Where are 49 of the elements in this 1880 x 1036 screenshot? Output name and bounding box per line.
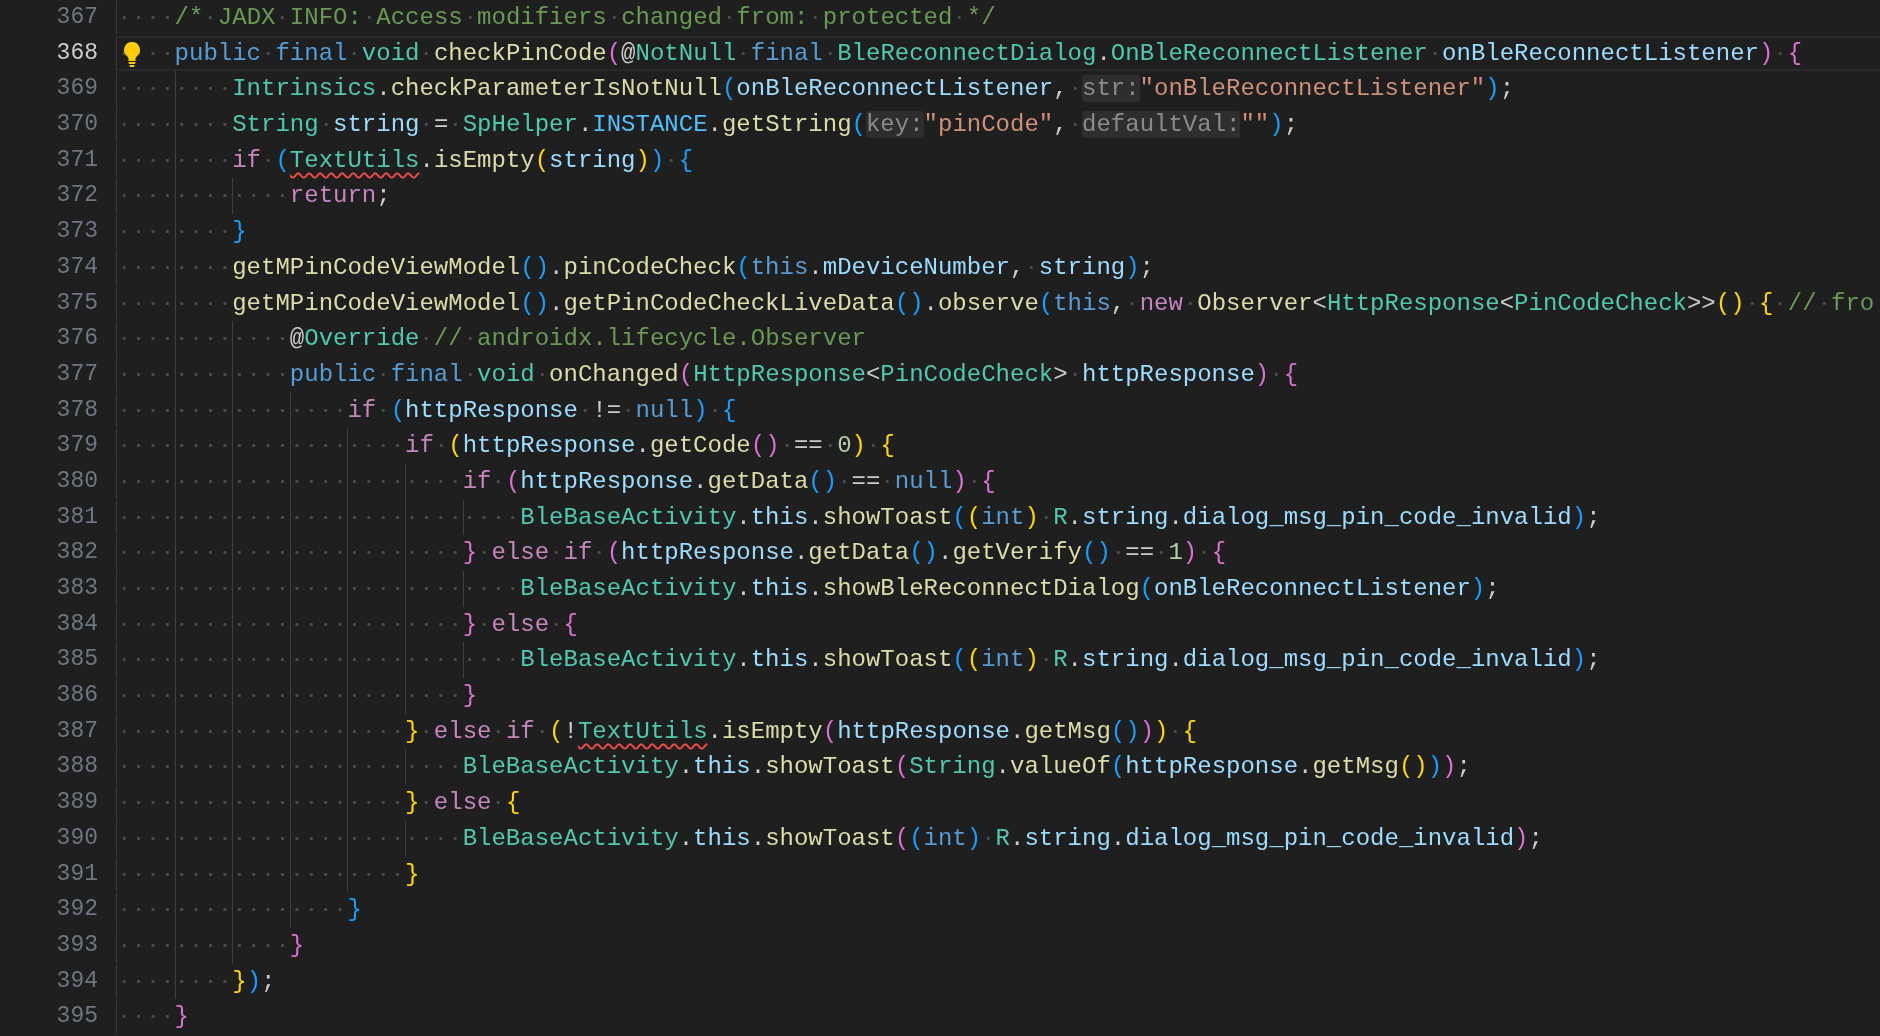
line-number: 378 — [55, 395, 99, 425]
line-number: 393 — [55, 930, 99, 960]
lightbulb-icon[interactable] — [121, 40, 143, 67]
code-line: if (httpResponse != null) { — [117, 396, 737, 424]
code-line: /* JADX INFO: Access modifiers changed from: protected */ — [117, 4, 996, 31]
line-number: 395 — [55, 1002, 99, 1032]
line-number: 370 — [55, 110, 99, 140]
code-line: BleBaseActivity.this.showBleReconnectDialog(onBleReconnectListener); — [117, 575, 1500, 602]
code-line: } else if (!TextUtils.isEmpty(httpResponse.getMsg())) { — [117, 717, 1198, 745]
line-number: 368 — [55, 38, 99, 68]
code-line: } else if (httpResponse.getData().getVerify() == 1) { — [117, 539, 1227, 567]
line-number: 376 — [55, 324, 99, 354]
line-number: 391 — [55, 859, 99, 889]
code-line: if (httpResponse.getData() == null) { — [117, 467, 996, 495]
line-number: 380 — [55, 466, 99, 496]
line-number: 373 — [55, 217, 99, 247]
code-line: BleBaseActivity.this.showToast((int) R.string.dialog_msg_pin_code_invalid); — [117, 646, 1601, 674]
line-number: 390 — [55, 823, 99, 853]
line-number: 394 — [55, 966, 99, 996]
line-number: 389 — [55, 788, 99, 818]
code-line: public final void onChanged(HttpResponse<PinCodeCheck> httpResponse) { — [117, 360, 1299, 388]
line-number: 383 — [55, 574, 99, 603]
line-number: 369 — [55, 74, 99, 104]
line-number: 381 — [55, 502, 99, 532]
line-number: 372 — [55, 181, 99, 211]
line-number: 377 — [55, 359, 99, 389]
code-line: getMPinCodeViewModel().getPinCodeCheckLiveData().observe(this, new Observer<HttpResponse<PinCodeCheck>>() { // fro — [117, 289, 1875, 317]
code-line: public final void checkPinCode(@NotNull final BleReconnectDialog.OnBleReconnectListener onBleReconnectListener) { — [117, 39, 1803, 67]
line-number: 392 — [55, 895, 99, 925]
line-number: 382 — [55, 538, 99, 568]
code-line: if (TextUtils.isEmpty(string)) { — [117, 146, 694, 174]
code-line: @Override // androidx.lifecycle.Observer — [117, 325, 866, 353]
code-line: BleBaseActivity.this.showToast((int) R.string.dialog_msg_pin_code_invalid); — [117, 824, 1543, 852]
line-number: 379 — [55, 431, 99, 461]
code-line: BleBaseActivity.this.showToast(String.valueOf(httpResponse.getMsg())); — [117, 753, 1471, 781]
line-number: 374 — [55, 252, 99, 282]
code-line: getMPinCodeViewModel().pinCodeCheck(this.mDeviceNumber, string); — [117, 253, 1154, 281]
line-number: 367 — [55, 3, 99, 32]
code-line: BleBaseActivity.this.showToast((int) R.string.dialog_msg_pin_code_invalid); — [117, 503, 1601, 531]
line-number: 386 — [55, 681, 99, 711]
code-line: String string = SpHelper.INSTANCE.getString(key:"pinCode", defaultVal:""); — [117, 111, 1299, 139]
line-number: 384 — [55, 609, 99, 639]
line-number: 387 — [55, 716, 99, 746]
line-number: 385 — [55, 645, 99, 675]
line-number: 388 — [55, 752, 99, 782]
line-number: 375 — [55, 288, 99, 318]
line-number: 371 — [55, 145, 99, 175]
code-line: Intrinsics.checkParameterIsNotNull(onBleReconnectListener, str:"onBleReconnectListener"); — [117, 75, 1515, 103]
code-line: if (httpResponse.getCode() == 0) { — [117, 432, 895, 460]
